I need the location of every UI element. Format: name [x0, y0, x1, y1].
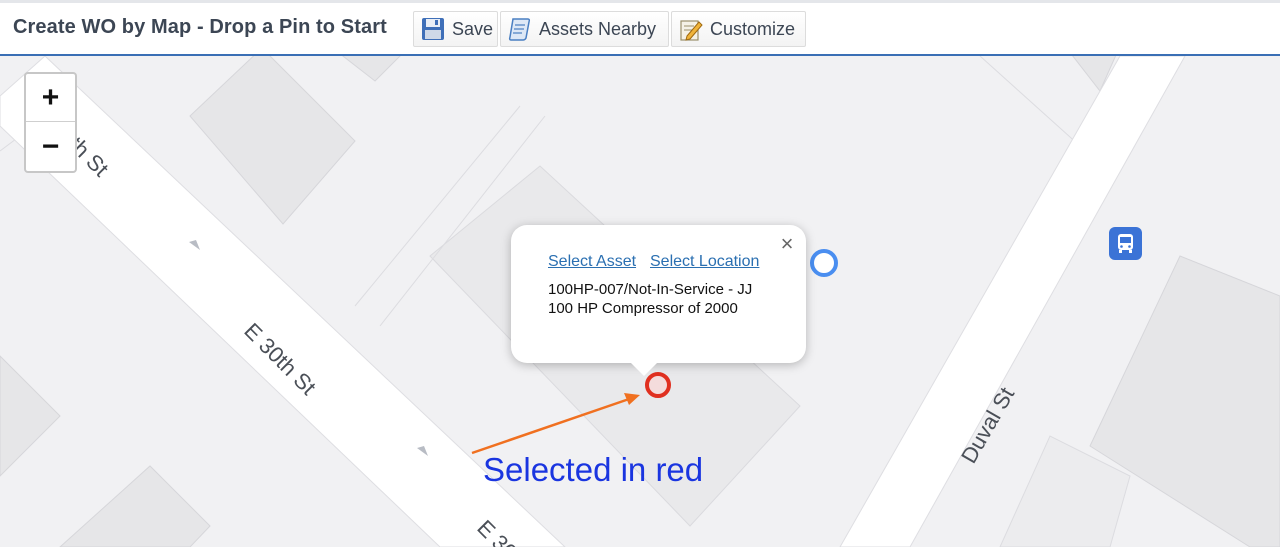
- popup-asset-text: 100HP-007/Not-In-Service - JJ 100 HP Com…: [548, 281, 753, 317]
- location-marker-icon[interactable]: [810, 249, 838, 277]
- annotation-text: Selected in red: [483, 451, 704, 488]
- bus-stop-icon[interactable]: [1109, 227, 1142, 260]
- document-scroll-icon: [507, 16, 533, 42]
- select-asset-link[interactable]: Select Asset: [548, 253, 636, 271]
- page-title: Create WO by Map - Drop a Pin to Start: [13, 16, 387, 38]
- popup-close-button[interactable]: ×: [776, 232, 798, 256]
- customize-button[interactable]: Customize: [671, 11, 806, 47]
- edit-pencil-icon: [678, 16, 704, 42]
- app-window: Create WO by Map - Drop a Pin to Start S…: [0, 0, 1280, 547]
- floppy-disk-icon: [420, 16, 446, 42]
- zoom-in-button[interactable]: +: [26, 74, 75, 122]
- save-button-label: Save: [452, 18, 494, 39]
- assets-nearby-button[interactable]: Assets Nearby: [500, 11, 669, 47]
- asset-popup-tip: [628, 360, 660, 376]
- zoom-out-button[interactable]: −: [26, 123, 75, 171]
- selected-pin-icon[interactable]: [645, 372, 671, 398]
- assets-nearby-button-label: Assets Nearby: [539, 18, 657, 39]
- toolbar: Create WO by Map - Drop a Pin to Start S…: [0, 0, 1280, 56]
- zoom-control: + −: [24, 72, 77, 173]
- save-button[interactable]: Save: [413, 11, 498, 47]
- select-location-link[interactable]: Select Location: [650, 253, 759, 271]
- customize-button-label: Customize: [710, 18, 796, 39]
